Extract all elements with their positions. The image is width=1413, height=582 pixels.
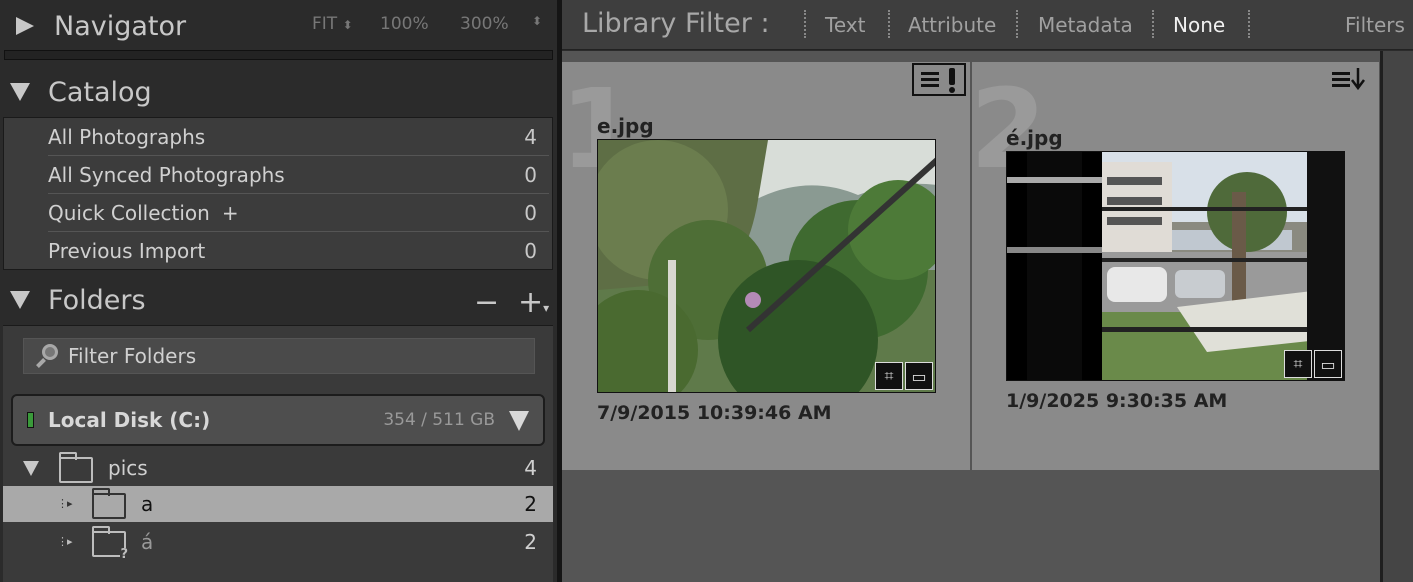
volume-local-disk[interactable]: Local Disk (C:) 354 / 511 GB [11, 394, 545, 446]
zoom-100-option[interactable]: 100% [380, 14, 429, 34]
grid-cell-2[interactable]: 2 é.jpg ⌗ ▭ 1/9/2025 9:30:35 AM [970, 62, 1379, 470]
separator [888, 10, 890, 38]
photo-filename: e.jpg [597, 114, 654, 138]
comment-icon[interactable]: ▭ [905, 362, 933, 390]
thumbnail-badges: ⌗ ▭ [1284, 350, 1342, 378]
folder-row-pics[interactable]: pics 4 [3, 450, 553, 486]
folder-name: a [141, 492, 154, 516]
separator [1016, 10, 1018, 38]
catalog-header[interactable]: Catalog [0, 74, 557, 110]
zoom-fit-option[interactable]: FIT ⬍ [312, 14, 353, 34]
folders-title: Folders [48, 284, 146, 316]
thumbnail-badges: ⌗ ▭ [875, 362, 933, 390]
folder-name: pics [108, 456, 148, 480]
separator [804, 10, 806, 38]
filter-none-option[interactable]: None [1173, 13, 1225, 37]
catalog-item-all-synced[interactable]: All Synced Photographs 0 [48, 156, 549, 194]
folder-icon [92, 488, 126, 519]
photo-filename: é.jpg [1006, 126, 1063, 150]
filters-preset-menu[interactable]: Filters [1345, 13, 1405, 37]
expand-icon [16, 17, 34, 35]
catalog-count: 0 [524, 200, 537, 225]
navigator-title: Navigator [54, 10, 187, 42]
metadata-save-icon[interactable] [1330, 66, 1378, 94]
disk-status-icon [27, 412, 34, 428]
zoom-300-option[interactable]: 300% [460, 14, 509, 34]
folder-count: 4 [524, 456, 537, 480]
folder-count: 2 [524, 492, 537, 516]
comment-icon[interactable]: ▭ [1314, 350, 1342, 378]
missing-folder-icon: ? [92, 526, 128, 561]
remove-folder-button[interactable]: − [474, 285, 499, 320]
catalog-item-previous-import[interactable]: Previous Import 0 [48, 232, 549, 270]
folder-count: 2 [524, 530, 537, 554]
catalog-count: 0 [524, 239, 537, 263]
separator [1152, 10, 1154, 38]
grid-scrollbar[interactable] [1380, 51, 1413, 582]
grid-cell-1[interactable]: 1 e.jpg ⌗ ▭ 7/9/2015 10:39:46 AM [560, 62, 970, 470]
keyword-tag-icon[interactable]: ⌗ [1284, 350, 1312, 378]
metadata-warning-icon[interactable] [912, 63, 966, 96]
filter-attribute-option[interactable]: Attribute [908, 13, 996, 37]
collapse-icon [10, 83, 30, 101]
catalog-count: 4 [524, 124, 537, 149]
left-panel: Navigator FIT ⬍ 100% 300% ⬍ Catalog All … [0, 0, 557, 582]
folder-icon [59, 452, 93, 483]
add-folder-button[interactable]: +▾ [518, 285, 549, 320]
separator [1248, 10, 1250, 38]
catalog-item-all-photographs[interactable]: All Photographs 4 [48, 118, 549, 156]
filter-metadata-option[interactable]: Metadata [1038, 13, 1133, 37]
tree-expand-icon[interactable]: ⋮▸ [57, 536, 73, 547]
photo-capture-date: 1/9/2025 9:30:35 AM [1006, 390, 1228, 412]
navigator-preview [4, 50, 553, 60]
folder-collapse-icon[interactable] [23, 461, 39, 476]
search-icon [34, 343, 60, 369]
disk-name: Local Disk (C:) [48, 408, 211, 432]
disk-expand-icon[interactable] [509, 411, 529, 431]
library-filter-title: Library Filter : [582, 8, 770, 39]
quick-collection-plus: + [221, 200, 239, 225]
folders-panel: Filter Folders Local Disk (C:) 354 / 511… [3, 325, 553, 582]
photo-thumbnail[interactable]: ⌗ ▭ [1006, 151, 1345, 381]
library-filter-bar: Library Filter : Text Attribute Metadata… [562, 0, 1413, 50]
folder-row-a-accent[interactable]: ⋮▸ ? á 2 [3, 524, 553, 561]
catalog-item-quick-collection[interactable]: Quick Collection + 0 [48, 194, 549, 232]
catalog-list: All Photographs 4 All Synced Photographs… [3, 117, 553, 270]
folder-row-a[interactable]: ⋮▸ a 2 [3, 486, 553, 522]
filter-folders-input[interactable]: Filter Folders [23, 338, 535, 374]
catalog-count: 0 [524, 162, 537, 187]
folder-name: á [141, 530, 154, 554]
photo-capture-date: 7/9/2015 10:39:46 AM [597, 402, 832, 424]
disk-size: 354 / 511 GB [383, 410, 495, 430]
catalog-title: Catalog [48, 76, 152, 108]
photo-thumbnail[interactable]: ⌗ ▭ [597, 139, 936, 393]
keyword-tag-icon[interactable]: ⌗ [875, 362, 903, 390]
filter-text-option[interactable]: Text [825, 13, 865, 37]
tree-expand-icon[interactable]: ⋮▸ [57, 498, 73, 509]
zoom-stepper-icon[interactable]: ⬍ [532, 14, 542, 28]
collapse-icon [10, 291, 30, 309]
